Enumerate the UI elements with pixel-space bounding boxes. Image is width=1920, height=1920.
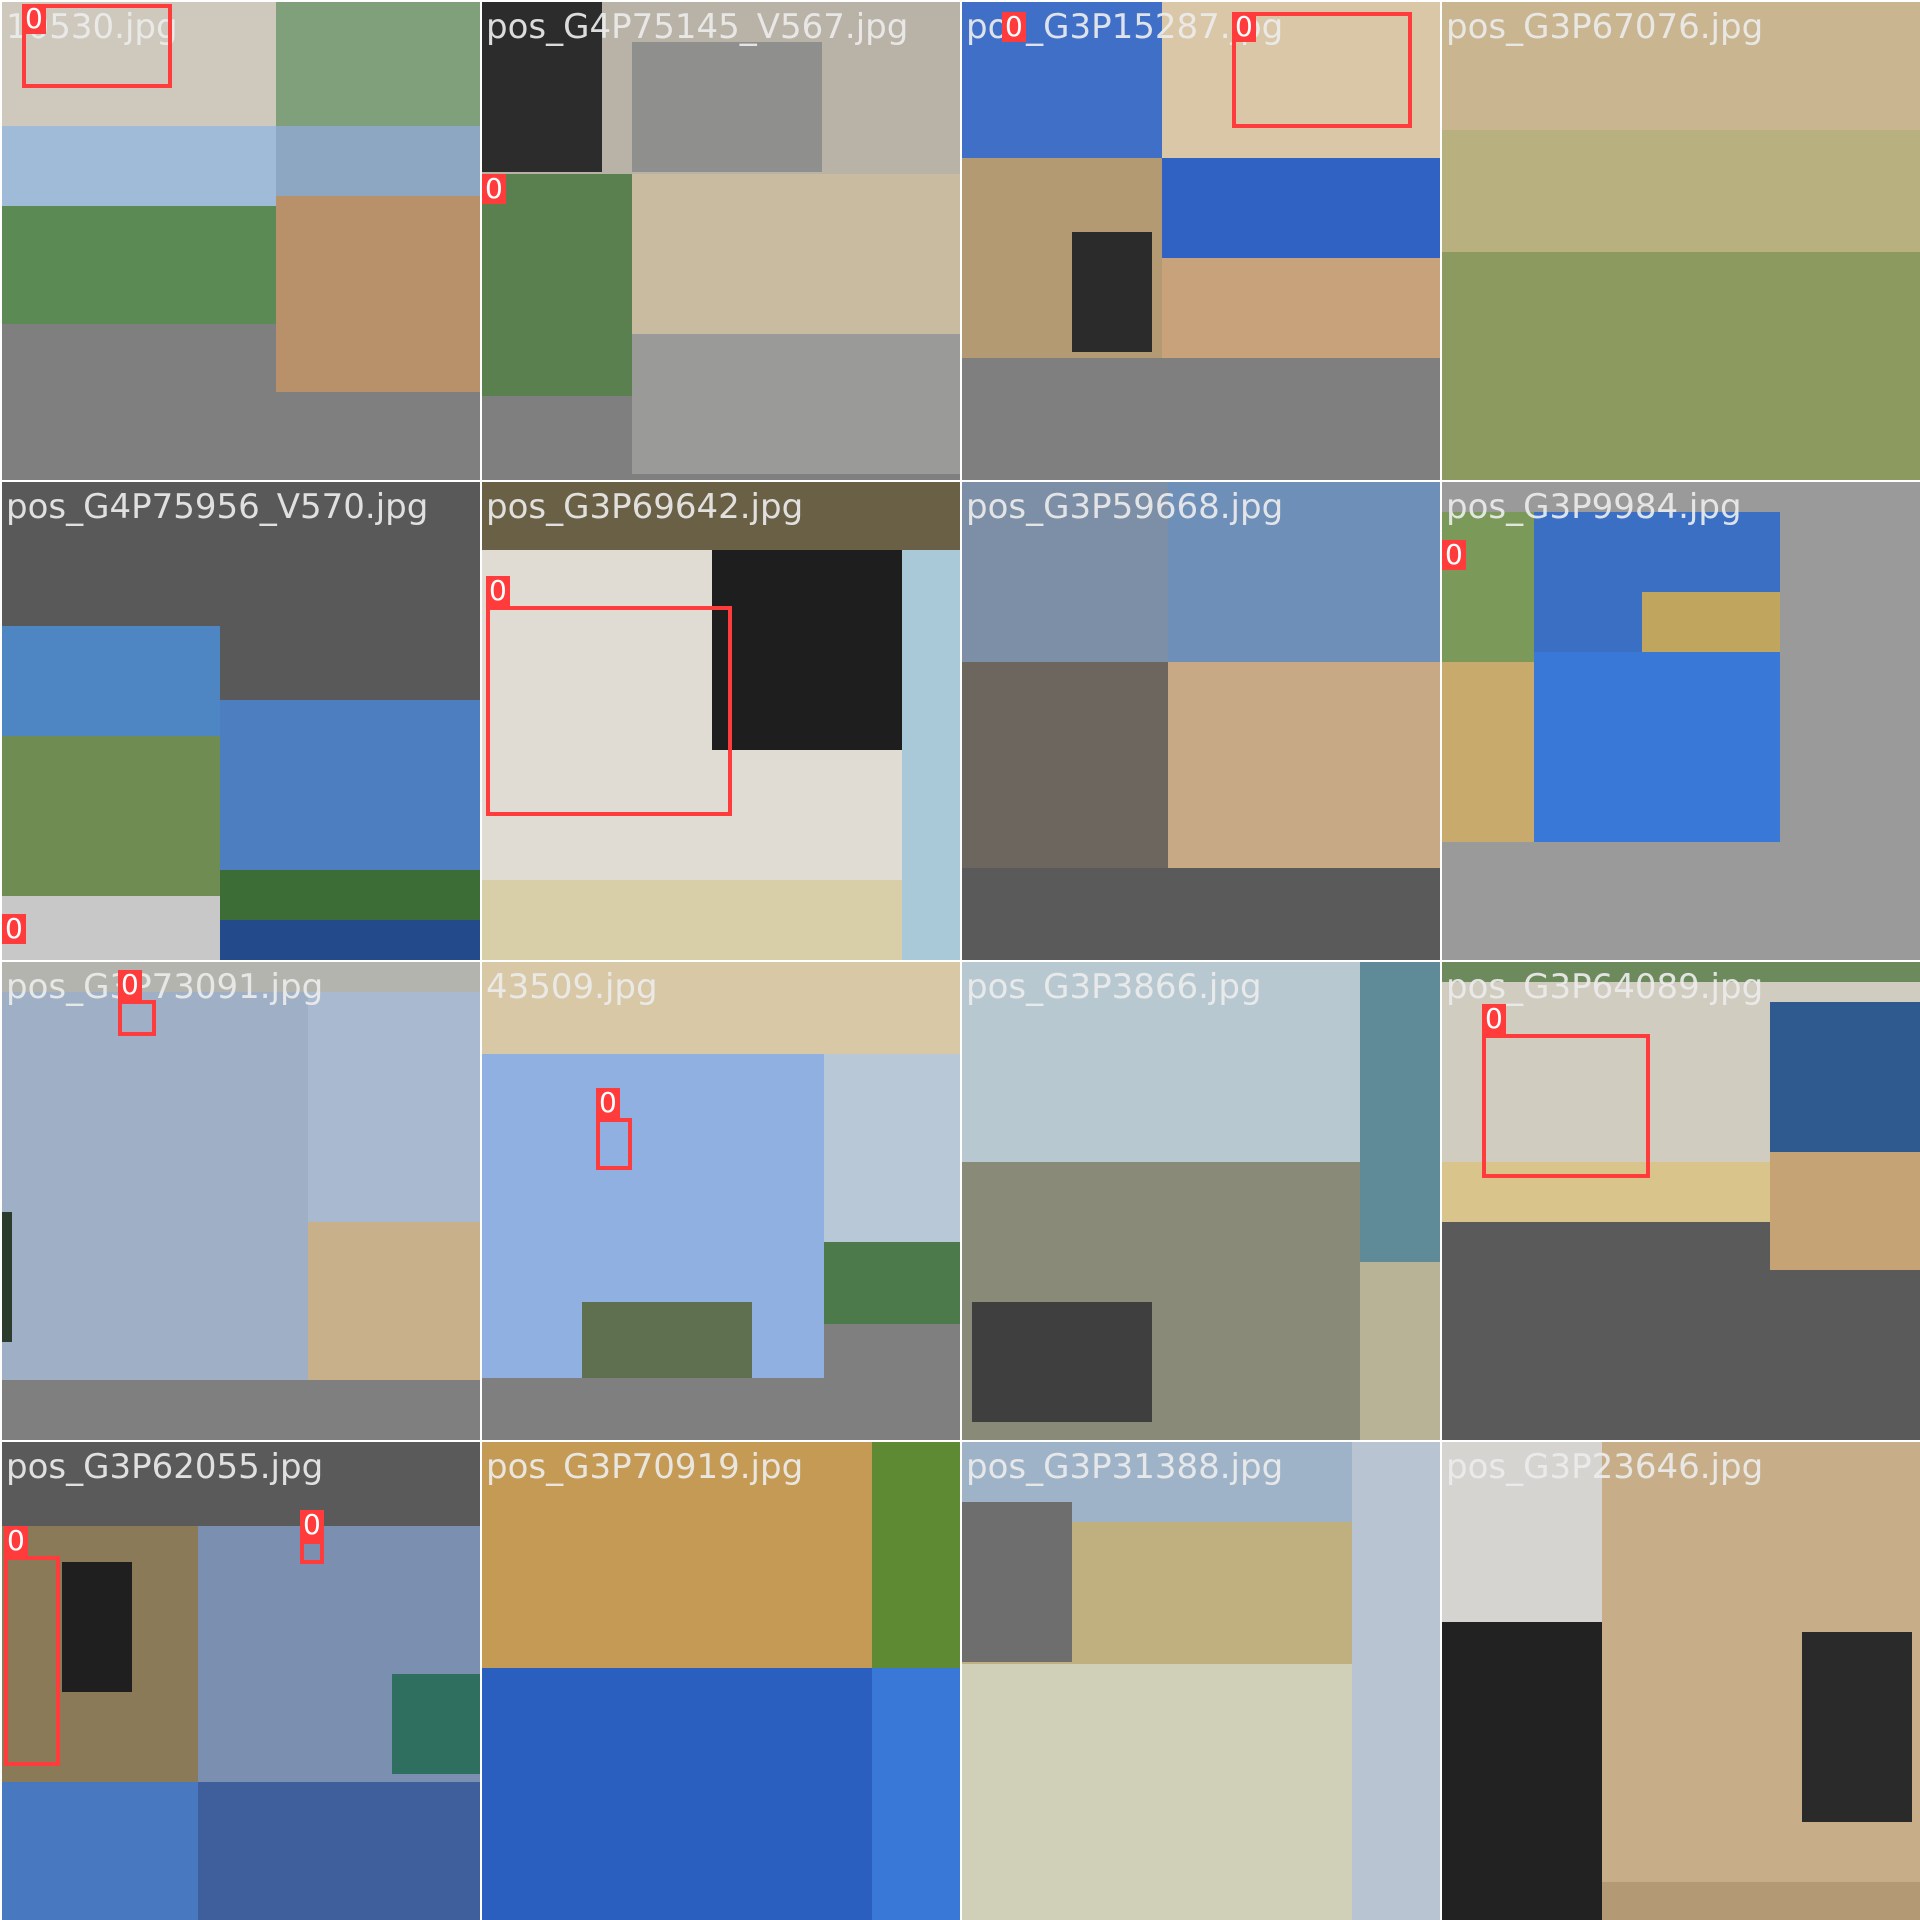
detection-box: 0 [22,4,172,88]
image-region [1770,1152,1920,1270]
image-region [2,1782,198,1920]
image-region [582,1302,752,1378]
image-region [632,334,960,474]
tile-filename: pos_G3P31388.jpg [966,1447,1284,1487]
class-label: 0 [2,914,26,944]
image-region [2,736,220,896]
image-region [1162,258,1440,358]
image-region [1602,1882,1920,1920]
class-label: 0 [482,174,506,204]
class-label: 0 [1482,1004,1506,1034]
mosaic-tile: 0 0 pos_G3P62055.jpg [2,1442,480,1920]
mosaic-tile: pos_G3P3866.jpg [962,962,1440,1440]
tile-filename: pos_G3P23646.jpg [1446,1447,1764,1487]
image-region [62,1562,132,1692]
image-region [1770,1002,1920,1152]
class-label: 0 [118,970,142,1000]
detection-box: 0 [1232,12,1412,128]
tile-filename: pos_G4P75145_V567.jpg [486,7,909,47]
tile-filename: pos_G4P75956_V570.jpg [6,487,429,527]
class-label: 0 [300,1510,324,1540]
image-region [276,126,480,196]
image-region [2,896,220,960]
tile-filename: pos_G3P64089.jpg [1446,967,1764,1007]
tile-filename: pos_G3P9984.jpg [1446,487,1742,527]
image-region [632,174,960,334]
image-region [1442,252,1920,480]
image-region [276,2,480,126]
mosaic-tile: pos_G3P67076.jpg [1442,2,1920,480]
mosaic-tile: pos_G3P59668.jpg [962,482,1440,960]
mosaic-tile: 0 pos_G4P75956_V570.jpg [2,482,480,960]
image-region [1534,652,1780,842]
image-region [962,662,1168,868]
image-region [198,1782,480,1920]
image-region [482,174,632,396]
image-region [1642,592,1780,652]
detection-box: 0 [4,1526,60,1766]
class-label: 0 [596,1088,620,1118]
detection-box: 0 [596,1088,632,1170]
mosaic-tile: 0 43509.jpg [482,962,960,1440]
image-region [220,920,480,960]
image-region [392,1674,480,1774]
image-region [1442,512,1534,662]
image-region [824,1242,960,1324]
tile-filename: pos_G3P67076.jpg [1446,7,1764,47]
mosaic-tile: 0 0 pos_G3P15287.jpg [962,2,1440,480]
tile-filename: pos_G3P69642.jpg [486,487,804,527]
image-region [1360,1262,1440,1440]
image-region [308,1222,480,1380]
image-region [902,550,960,960]
image-region [2,626,220,736]
mosaic-grid: 0 10530.jpg 0 pos_G4P75145_V567.jpg 0 0 pos_G3… [0,0,1920,1920]
mosaic-tile: 0 pos_G3P64089.jpg [1442,962,1920,1440]
image-region [2,1212,12,1342]
tile-filename: pos_G3P73091.jpg [6,967,324,1007]
mosaic-tile: 0 pos_G3P73091.jpg [2,962,480,1440]
detection-box: 0 [118,970,156,1036]
image-region [1168,662,1440,868]
image-region [1442,1622,1602,1920]
class-label: 0 [4,1526,28,1556]
tile-filename: 43509.jpg [486,967,658,1007]
image-region [712,550,902,750]
image-region [632,42,822,172]
mosaic-tile: pos_G3P70919.jpg [482,1442,960,1920]
image-region [1352,1442,1440,1920]
image-region [972,1302,1152,1422]
mosaic-tile: 0 pos_G3P69642.jpg [482,482,960,960]
class-label: 0 [486,576,510,606]
mosaic-tile: 0 10530.jpg [2,2,480,480]
image-region [482,1668,872,1920]
tile-filename: pos_G3P59668.jpg [966,487,1284,527]
image-region [872,1442,960,1668]
image-region [1802,1632,1912,1822]
tile-filename: pos_G3P62055.jpg [6,1447,324,1487]
detection-box: 0 [300,1510,324,1564]
image-region [1162,158,1440,258]
image-region [1072,232,1152,352]
image-region [962,1664,1352,1920]
image-region [220,700,480,870]
tile-filename: pos_G3P3866.jpg [966,967,1262,1007]
mosaic-tile: pos_G3P23646.jpg [1442,1442,1920,1920]
tile-filename: pos_G3P70919.jpg [486,1447,804,1487]
class-label: 0 [1442,540,1466,570]
image-region [1442,662,1534,842]
image-region [872,1668,960,1920]
class-label: 0 [22,4,46,34]
mosaic-tile: pos_G3P31388.jpg [962,1442,1440,1920]
mosaic-tile: 0 pos_G4P75145_V567.jpg [482,2,960,480]
class-label: 0 [1002,12,1026,42]
image-region [2,992,308,1380]
image-region [962,1502,1072,1662]
mosaic-tile: 0 pos_G3P9984.jpg [1442,482,1920,960]
image-region [482,880,902,960]
class-label: 0 [1232,12,1256,42]
image-region [308,992,480,1222]
image-region [2,126,276,206]
detection-box: 0 [1482,1004,1650,1178]
detection-box: 0 [486,576,732,816]
